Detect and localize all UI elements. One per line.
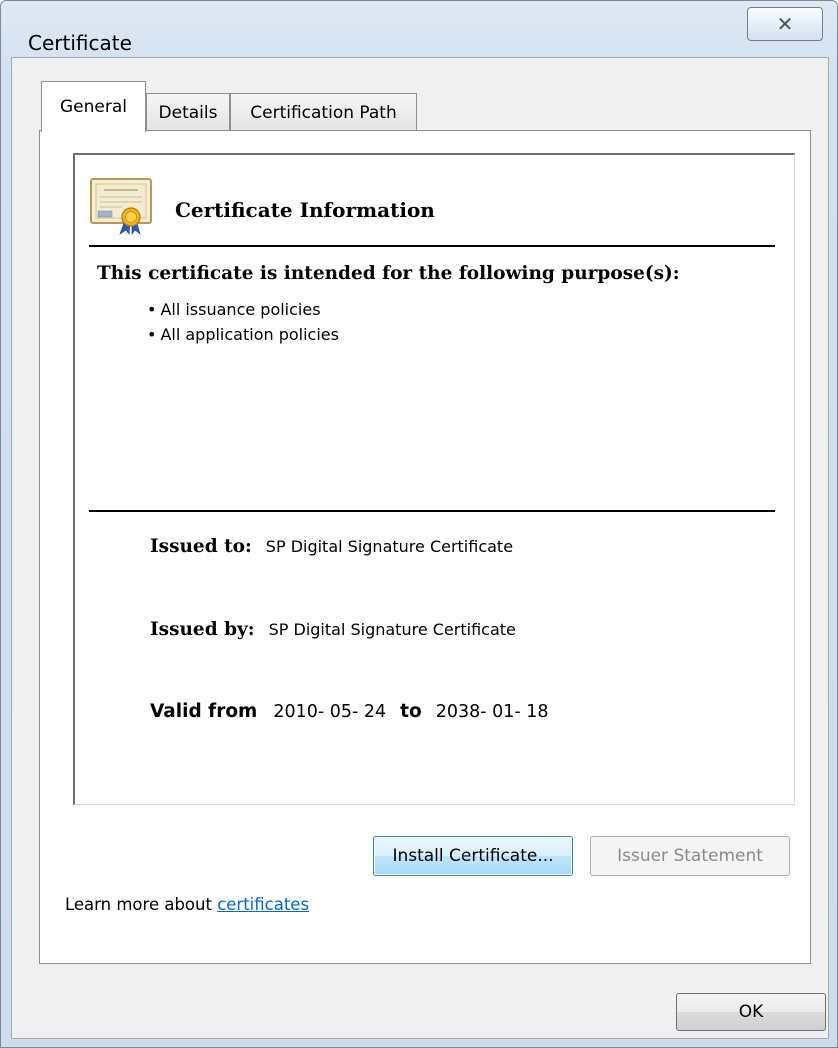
tab-details-label: Details: [158, 102, 218, 123]
validity-row: Valid from 2010- 05- 24 to 2038- 01- 18: [150, 701, 549, 722]
tab-certification-path-label: Certification Path: [250, 102, 397, 123]
tab-general-label: General: [60, 97, 127, 117]
details-divider: [89, 510, 775, 512]
issued-to-row: Issued to: SP Digital Signature Certific…: [150, 536, 513, 557]
purpose-item-text: All issuance policies: [160, 300, 321, 319]
window-title: Certificate: [28, 31, 132, 55]
install-certificate-button[interactable]: Install Certificate...: [373, 836, 573, 876]
tab-certification-path[interactable]: Certification Path: [230, 93, 417, 131]
valid-from-label: Valid from: [150, 701, 258, 722]
certificate-dialog: Certificate ✕ General Details Certificat…: [0, 0, 838, 1048]
issued-by-value: SP Digital Signature Certificate: [268, 620, 516, 639]
valid-to-date: 2038- 01- 18: [435, 702, 549, 722]
ok-button[interactable]: OK: [676, 993, 826, 1031]
purpose-list: • All issuance policies • All application …: [147, 297, 339, 347]
learn-more-prefix: Learn more about: [65, 895, 218, 914]
certificates-link[interactable]: certificates: [217, 895, 309, 914]
issued-to-value: SP Digital Signature Certificate: [265, 537, 514, 556]
purpose-item-text: All application policies: [160, 325, 339, 344]
valid-from-date: 2010- 05- 24: [273, 702, 387, 722]
purpose-item: • All application policies: [147, 325, 339, 344]
tab-details[interactable]: Details: [146, 93, 230, 131]
purpose-title: This certificate is intended for the fol…: [97, 263, 680, 284]
issued-to-label: Issued to:: [150, 536, 252, 557]
issued-by-label: Issued by:: [150, 619, 255, 640]
issuer-statement-button: Issuer Statement: [590, 836, 790, 876]
tab-general[interactable]: General: [41, 81, 146, 132]
issued-by-row: Issued by: SP Digital Signature Certific…: [150, 619, 516, 640]
purpose-item: • All issuance policies: [147, 300, 321, 319]
learn-more-text: Learn more about certificates: [65, 895, 309, 914]
valid-to-label: to: [400, 701, 422, 722]
certificate-icon: [88, 177, 154, 235]
close-button[interactable]: ✕: [747, 7, 823, 41]
heading-divider: [89, 245, 775, 247]
certificate-info-heading: Certificate Information: [175, 198, 435, 222]
close-icon: ✕: [776, 12, 794, 36]
